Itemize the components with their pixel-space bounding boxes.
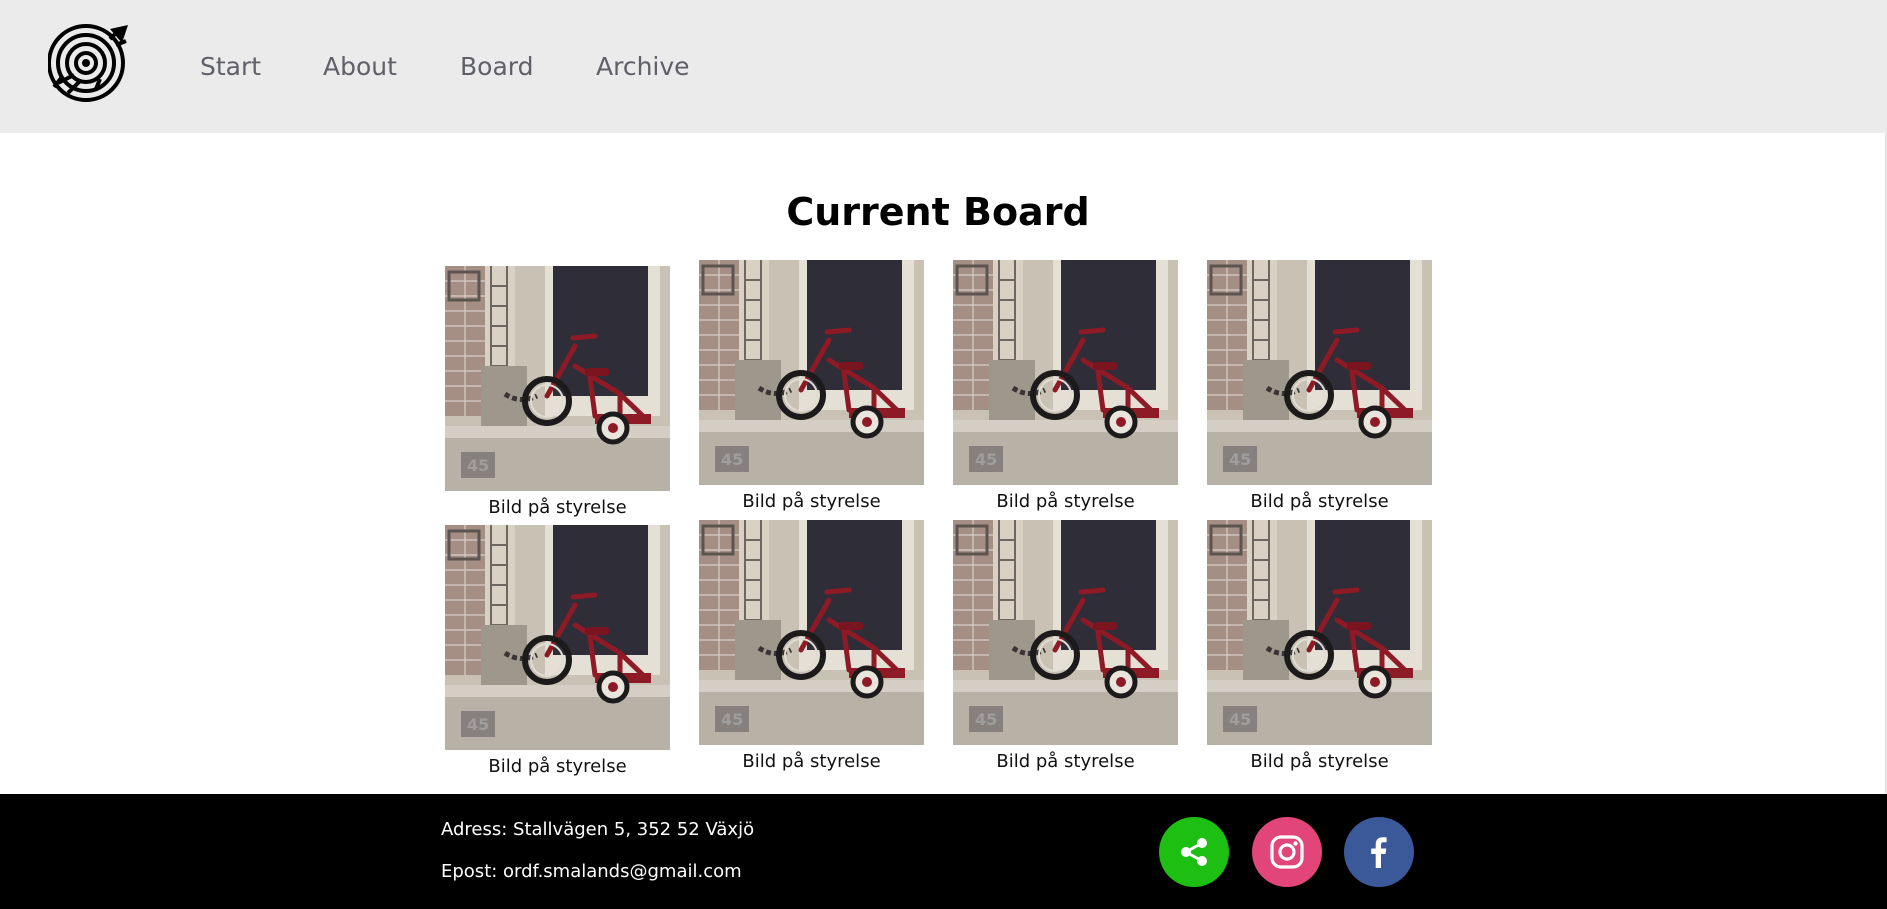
share-icon xyxy=(1181,838,1207,866)
board-member-caption: Bild på styrelse xyxy=(742,751,881,772)
board-member-photo xyxy=(699,520,924,745)
board-member-card: Bild på styrelse xyxy=(1207,520,1432,774)
share-button[interactable] xyxy=(1159,817,1229,887)
board-member-caption: Bild på styrelse xyxy=(1250,491,1389,512)
nav-board[interactable]: Board xyxy=(460,50,533,84)
board-member-photo xyxy=(1207,260,1432,485)
nav-archive[interactable]: Archive xyxy=(596,50,690,84)
board-member-card: Bild på styrelse xyxy=(699,520,924,774)
site-header: Start About Board Archive xyxy=(0,0,1887,133)
board-member-card: Bild på styrelse xyxy=(445,525,670,779)
instagram-icon xyxy=(1270,835,1304,869)
facebook-button[interactable] xyxy=(1344,817,1414,887)
board-member-caption: Bild på styrelse xyxy=(488,497,627,518)
board-member-photo xyxy=(699,260,924,485)
board-member-card: Bild på styrelse xyxy=(953,260,1178,514)
nav-start[interactable]: Start xyxy=(200,50,261,84)
board-member-photo xyxy=(953,520,1178,745)
page-title: Current Board xyxy=(786,190,1090,234)
board-member-caption: Bild på styrelse xyxy=(1250,751,1389,772)
footer-address: Adress: Stallvägen 5, 352 52 Växjö xyxy=(441,819,755,840)
footer-email: Epost: ordf.smalands@gmail.com xyxy=(441,861,742,882)
board-member-caption: Bild på styrelse xyxy=(996,491,1135,512)
target-logo-icon[interactable] xyxy=(48,21,128,103)
facebook-icon xyxy=(1371,837,1387,868)
board-member-card: Bild på styrelse xyxy=(699,260,924,514)
board-member-photo xyxy=(1207,520,1432,745)
site-footer: Adress: Stallvägen 5, 352 52 Växjö Epost… xyxy=(0,794,1887,909)
board-member-photo xyxy=(445,266,670,491)
nav-about[interactable]: About xyxy=(323,50,397,84)
board-member-photo xyxy=(445,525,670,750)
board-member-card: Bild på styrelse xyxy=(1207,260,1432,514)
instagram-button[interactable] xyxy=(1252,817,1322,887)
board-member-card: Bild på styrelse xyxy=(953,520,1178,774)
board-member-card: Bild på styrelse xyxy=(445,266,670,520)
board-member-caption: Bild på styrelse xyxy=(488,756,627,777)
board-member-caption: Bild på styrelse xyxy=(996,751,1135,772)
board-member-caption: Bild på styrelse xyxy=(742,491,881,512)
board-member-photo xyxy=(953,260,1178,485)
